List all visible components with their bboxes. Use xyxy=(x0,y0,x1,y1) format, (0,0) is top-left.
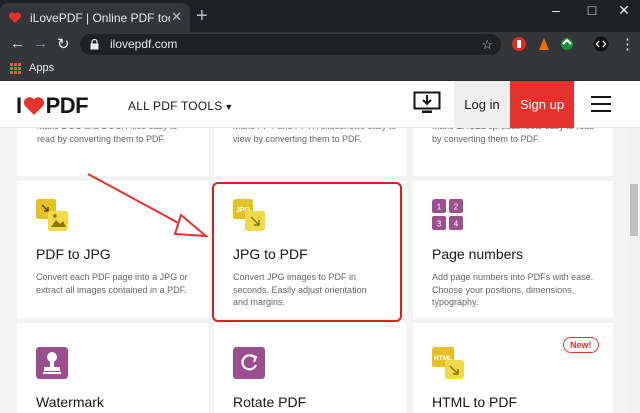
html-to-pdf-icon: HTML xyxy=(432,347,464,379)
tool-card-watermark[interactable]: Watermark xyxy=(17,323,209,413)
forward-icon[interactable]: → xyxy=(33,35,48,52)
page-scrollbar[interactable] xyxy=(628,128,640,413)
tool-description: Make EXCEL spreadsheets easy to read by … xyxy=(432,128,594,144)
browser-toolbar: ← → ↻ ilovepdf.com ☆ ⋮ xyxy=(0,32,640,57)
minimize-icon[interactable]: – xyxy=(536,2,576,18)
tab-close-icon[interactable]: ✕ xyxy=(171,9,182,25)
tool-card-pdf-to-jpg[interactable]: PDF to JPG Convert each PDF page into a … xyxy=(17,181,209,318)
extension-red-icon[interactable] xyxy=(511,36,527,52)
login-button[interactable]: Log in xyxy=(454,81,510,128)
heart-icon xyxy=(23,97,44,115)
tool-description: Make PPT and PPTX slideshows easy to vie… xyxy=(233,128,396,144)
extension-green-icon[interactable] xyxy=(559,36,575,52)
tool-card-powerpoint-to-pdf[interactable]: Make PPT and PPTX slideshows easy to vie… xyxy=(214,128,406,176)
tool-description: Convert each PDF page into a JPG or extr… xyxy=(36,272,188,295)
tool-card-word-to-pdf[interactable]: Make DOC and DOCX files easy to read by … xyxy=(17,128,209,176)
watermark-stamp-icon xyxy=(36,347,68,379)
tool-description: Add page numbers into PDFs with ease. Ch… xyxy=(432,272,594,307)
page-digit-3: 3 xyxy=(437,220,442,229)
caret-down-icon: ▼ xyxy=(224,102,234,112)
page-numbers-icon: 1 2 3 4 xyxy=(432,199,463,230)
extension-orange-icon[interactable] xyxy=(536,36,552,52)
signup-button[interactable]: Sign up xyxy=(510,81,574,128)
hamburger-menu-icon[interactable] xyxy=(591,96,611,112)
extension-code-icon[interactable] xyxy=(593,36,609,52)
tab-title: iLovePDF | Online PDF tools for P xyxy=(30,10,170,25)
apps-label: Apps xyxy=(29,62,55,74)
desktop-download-icon[interactable] xyxy=(413,91,441,115)
tool-card-excel-to-pdf[interactable]: Make EXCEL spreadsheets easy to read by … xyxy=(413,128,613,176)
highlight-box xyxy=(212,182,402,322)
tool-description: Make DOC and DOCX files easy to read by … xyxy=(37,128,178,144)
tool-title: PDF to JPG xyxy=(36,246,111,262)
back-icon[interactable]: ← xyxy=(10,35,25,52)
page-digit-1: 1 xyxy=(437,203,442,212)
browser-tab-strip: iLovePDF | Online PDF tools for P ✕ + – … xyxy=(0,0,640,32)
ilovepdf-favicon-icon xyxy=(8,11,22,23)
site-header: I PDF ALL PDF TOOLS ▼ Log in Sign up xyxy=(0,81,640,128)
tool-card-html-to-pdf[interactable]: HTML New! HTML to PDF xyxy=(413,323,613,413)
reload-icon[interactable]: ↻ xyxy=(57,35,70,53)
new-badge: New! xyxy=(563,337,599,353)
logo-letter: I xyxy=(16,93,22,118)
rotate-icon xyxy=(233,347,265,379)
logo-word: PDF xyxy=(45,93,89,118)
tool-card-page-numbers[interactable]: 1 2 3 4 Page numbers Add page numbers in… xyxy=(413,181,613,318)
pdf-to-jpg-icon xyxy=(36,199,68,231)
bookmark-star-icon[interactable]: ☆ xyxy=(481,34,493,55)
apps-shortcut[interactable]: Apps xyxy=(10,62,54,74)
address-bar[interactable]: ilovepdf.com ☆ xyxy=(80,34,501,55)
window-close-icon[interactable]: ✕ xyxy=(604,2,640,19)
bookmarks-bar: Apps xyxy=(0,57,640,81)
url-text: ilovepdf.com xyxy=(110,37,178,51)
scrollbar-thumb[interactable] xyxy=(630,184,638,236)
page-digit-2: 2 xyxy=(454,203,459,212)
browser-tab[interactable]: iLovePDF | Online PDF tools for P ✕ xyxy=(0,3,190,32)
tool-card-rotate-pdf[interactable]: Rotate PDF xyxy=(214,323,406,413)
all-pdf-tools-menu[interactable]: ALL PDF TOOLS ▼ xyxy=(128,99,234,113)
apps-grid-icon xyxy=(10,62,21,74)
lock-icon xyxy=(90,39,99,50)
all-pdf-tools-label: ALL PDF TOOLS xyxy=(128,99,223,113)
tool-title: Watermark xyxy=(36,394,104,410)
ilovepdf-logo[interactable]: I PDF xyxy=(16,93,89,119)
page-digit-4: 4 xyxy=(454,220,459,229)
tool-title: Rotate PDF xyxy=(233,394,307,410)
tool-title: Page numbers xyxy=(432,246,524,262)
tool-title: HTML to PDF xyxy=(432,394,518,410)
new-tab-icon[interactable]: + xyxy=(196,5,208,27)
browser-menu-icon[interactable]: ⋮ xyxy=(620,35,635,53)
